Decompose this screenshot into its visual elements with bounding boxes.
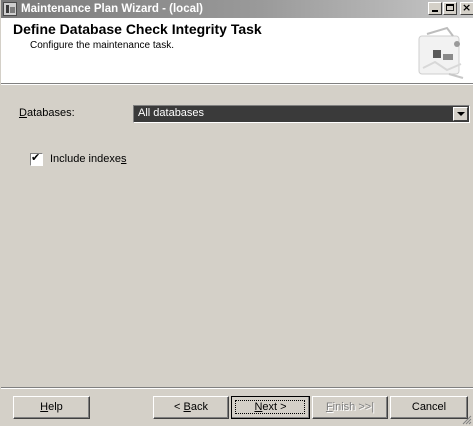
help-button[interactable]: Help <box>13 396 90 419</box>
window-title: Maintenance Plan Wizard - (local) <box>21 3 204 15</box>
back-prefix: < <box>174 401 184 413</box>
include-indexes-label[interactable]: Include indexes <box>50 153 126 165</box>
databases-label: Databases: <box>19 107 75 119</box>
chevron-down-icon <box>457 112 465 116</box>
databases-combo[interactable]: All databases <box>133 105 470 123</box>
include-indexes-checkbox[interactable]: ✔ <box>29 151 44 167</box>
include-indexes-label-pre: Include indexe <box>50 153 121 165</box>
databases-label-rest: atabases: <box>26 107 75 119</box>
include-indexes-label-accel: s <box>120 153 127 165</box>
databases-combo-value: All databases <box>138 107 205 119</box>
next-button[interactable]: Next > <box>231 396 310 419</box>
back-button[interactable]: < Back <box>153 396 229 419</box>
focus-ring <box>235 400 305 414</box>
close-button[interactable]: × <box>460 2 473 15</box>
wizard-graphic-icon <box>418 26 464 79</box>
title-bar[interactable]: Maintenance Plan Wizard - (local) × <box>1 0 473 18</box>
finish-accel: F <box>325 401 333 413</box>
maximize-button[interactable] <box>443 2 457 15</box>
resize-grip-icon[interactable] <box>461 414 472 425</box>
check-icon: ✔ <box>31 151 41 164</box>
wizard-window: Maintenance Plan Wizard - (local) × Defi… <box>0 0 473 426</box>
cancel-button[interactable]: Cancel <box>390 396 468 419</box>
back-rest: ack <box>190 401 208 413</box>
minimize-button[interactable] <box>428 2 442 15</box>
databases-dropdown-button[interactable] <box>453 107 468 121</box>
maximize-icon <box>446 4 454 11</box>
help-accel: H <box>40 401 49 413</box>
close-icon: × <box>462 1 472 14</box>
minimize-icon <box>432 10 438 12</box>
footer-separator-highlight <box>1 388 473 389</box>
wizard-header: Define Database Check Integrity Task Con… <box>1 18 473 84</box>
header-separator <box>1 84 473 85</box>
page-subtitle: Configure the maintenance task. <box>30 40 174 51</box>
page-title: Define Database Check Integrity Task <box>13 21 262 37</box>
databases-label-accel: D <box>19 107 27 119</box>
finish-button[interactable]: Finish >>| <box>312 396 388 419</box>
back-accel: B <box>183 401 191 413</box>
finish-rest: inish >>| <box>332 401 375 413</box>
help-rest: elp <box>48 401 63 413</box>
app-icon[interactable] <box>3 2 17 16</box>
